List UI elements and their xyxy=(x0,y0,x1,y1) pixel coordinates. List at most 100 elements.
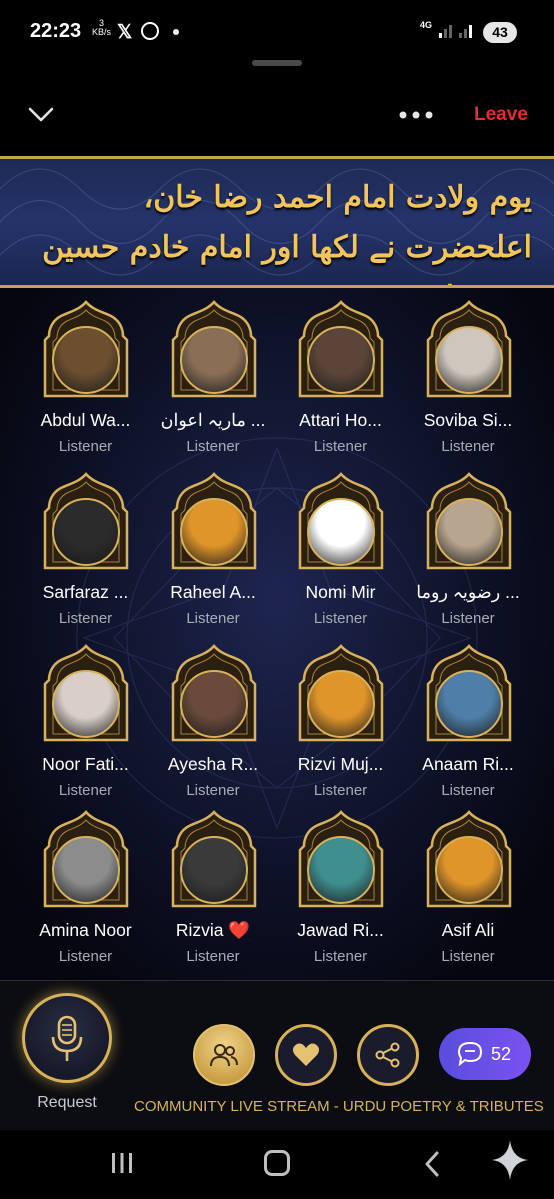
system-nav-bar xyxy=(0,1130,554,1199)
participant-name: رضویہ روما ... xyxy=(416,582,520,602)
network-speed: 3 KB/s xyxy=(92,18,112,37)
participant-name: Raheel A... xyxy=(170,582,256,602)
participant-name: Asif Ali xyxy=(441,920,495,940)
participant-role: Listener xyxy=(441,438,495,455)
x-icon: 𝕏 xyxy=(117,22,133,43)
like-button[interactable] xyxy=(275,1024,337,1086)
participant-card[interactable]: Asif Ali Listener xyxy=(405,810,533,976)
participant-card[interactable]: رضویہ روما ... Listener xyxy=(405,472,533,644)
participant-avatar xyxy=(52,836,120,904)
participant-card[interactable]: ماریہ اعوان ... Listener xyxy=(150,300,278,472)
participant-card[interactable]: Nomi Mir Listener xyxy=(277,472,405,644)
participants-stage: Abdul Wa... Listener ماریہ اعوان ... Listen… xyxy=(0,288,554,980)
signal-icon xyxy=(439,25,452,38)
participant-card[interactable]: Amina Noor Listener xyxy=(22,810,150,976)
participant-name: Rizvi Muj... xyxy=(297,754,384,774)
participant-role: Listener xyxy=(313,438,368,455)
chat-count: 52 xyxy=(491,1044,512,1064)
room-banner: یوم ولادت امام احمد رضا خان، اعلحضرت نے … xyxy=(0,156,554,288)
chevron-down-icon[interactable] xyxy=(26,100,56,130)
share-button[interactable] xyxy=(357,1024,419,1086)
assistant-sparkle-icon[interactable] xyxy=(490,1138,530,1182)
participant-name: Rizvia ❤️ xyxy=(175,920,251,940)
participant-role: Listener xyxy=(186,948,240,965)
participant-role: Listener xyxy=(58,438,113,455)
participant-avatar xyxy=(52,498,120,566)
participant-role: Listener xyxy=(58,610,113,627)
participant-name: Abdul Wa... xyxy=(40,410,131,430)
participant-card[interactable]: Ayesha R... Listener xyxy=(150,644,278,810)
participant-avatar xyxy=(179,498,248,566)
recents-icon[interactable] xyxy=(110,1152,134,1174)
participant-avatar xyxy=(434,670,503,738)
participant-role: Listener xyxy=(313,948,368,965)
whatsapp-icon xyxy=(141,22,159,40)
participant-avatar xyxy=(52,326,120,394)
back-icon[interactable] xyxy=(422,1151,442,1177)
participant-avatar xyxy=(307,498,375,566)
participant-role: Listener xyxy=(186,782,240,799)
participant-name: Soviba Si... xyxy=(423,410,513,430)
participant-role: Listener xyxy=(313,782,368,799)
participant-card[interactable]: Abdul Wa... Listener xyxy=(22,300,150,472)
participant-card[interactable]: Soviba Si... Listener xyxy=(405,300,533,472)
leave-button[interactable]: Leave xyxy=(474,104,528,126)
participant-avatar xyxy=(434,326,503,394)
participant-name: Amina Noor xyxy=(39,920,132,940)
participant-avatar xyxy=(179,670,248,738)
participant-avatar xyxy=(52,670,120,738)
heart-icon xyxy=(292,1043,320,1066)
participant-card[interactable]: Anaam Ri... Listener xyxy=(405,644,533,810)
participant-role: Listener xyxy=(186,610,240,627)
room-caption: COMMUNITY LIVE STREAM - URDU POETRY & TR… xyxy=(134,1098,544,1115)
participant-card[interactable]: Noor Fati... Listener xyxy=(22,644,150,810)
chat-button[interactable]: 52 xyxy=(439,1028,531,1080)
participant-role: Listener xyxy=(58,948,113,965)
participant-card[interactable]: Rizvi Muj... Listener xyxy=(277,644,405,810)
drag-handle[interactable] xyxy=(252,60,302,66)
participant-name: ماریہ اعوان ... xyxy=(160,410,266,430)
participant-avatar xyxy=(434,836,503,904)
participant-name: Jawad Ri... xyxy=(297,920,384,940)
participant-role: Listener xyxy=(313,610,368,627)
share-icon xyxy=(375,1042,400,1068)
participant-name: Attari Ho... xyxy=(299,410,382,430)
participant-card[interactable]: Rizvia ❤️ Listener xyxy=(150,810,278,976)
participant-card[interactable]: Attari Ho... Listener xyxy=(277,300,405,472)
battery-indicator: 43 xyxy=(483,22,517,43)
request-label: Request xyxy=(37,1094,97,1111)
clock: 22:23 xyxy=(30,20,82,42)
banner-title: یوم ولادت امام احمد رضا خان، اعلحضرت نے … xyxy=(42,180,532,285)
status-bar: 22:23 3 KB/s 𝕏 4G 43 xyxy=(0,0,554,66)
participant-role: Listener xyxy=(58,782,113,799)
participant-role: Listener xyxy=(186,438,240,455)
microphone-icon xyxy=(51,1015,83,1061)
chat-bubble-icon xyxy=(457,1041,483,1067)
participant-avatar xyxy=(307,326,375,394)
controls-panel: Request 52 COMMUNITY LIVE STREAM - URDU … xyxy=(0,980,554,1130)
participant-name: Noor Fati... xyxy=(42,754,129,774)
participant-name: Anaam Ri... xyxy=(422,754,514,774)
more-options-icon[interactable] xyxy=(398,106,434,124)
network-type: 4G xyxy=(420,20,433,30)
participant-role: Listener xyxy=(441,948,495,965)
people-icon xyxy=(210,1044,238,1067)
participant-role: Listener xyxy=(441,610,495,627)
participant-avatar xyxy=(307,836,375,904)
participant-avatar xyxy=(434,498,503,566)
participant-card[interactable]: Raheel A... Listener xyxy=(150,472,278,644)
participant-avatar xyxy=(179,836,248,904)
home-icon[interactable] xyxy=(264,1150,290,1176)
participant-avatar xyxy=(307,670,375,738)
participant-card[interactable]: Sarfaraz ... Listener xyxy=(22,472,150,644)
participant-name: Nomi Mir xyxy=(305,582,376,602)
participant-card[interactable]: Jawad Ri... Listener xyxy=(277,810,405,976)
request-mic-button[interactable] xyxy=(22,993,112,1083)
participant-avatar xyxy=(179,326,248,394)
participant-name: Sarfaraz ... xyxy=(42,582,129,602)
participants-button[interactable] xyxy=(193,1024,255,1086)
participants-grid: Abdul Wa... Listener ماریہ اعوان ... Listen… xyxy=(22,300,532,976)
notification-dot xyxy=(173,29,179,35)
participant-name: Ayesha R... xyxy=(167,754,259,774)
participant-role: Listener xyxy=(441,782,495,799)
